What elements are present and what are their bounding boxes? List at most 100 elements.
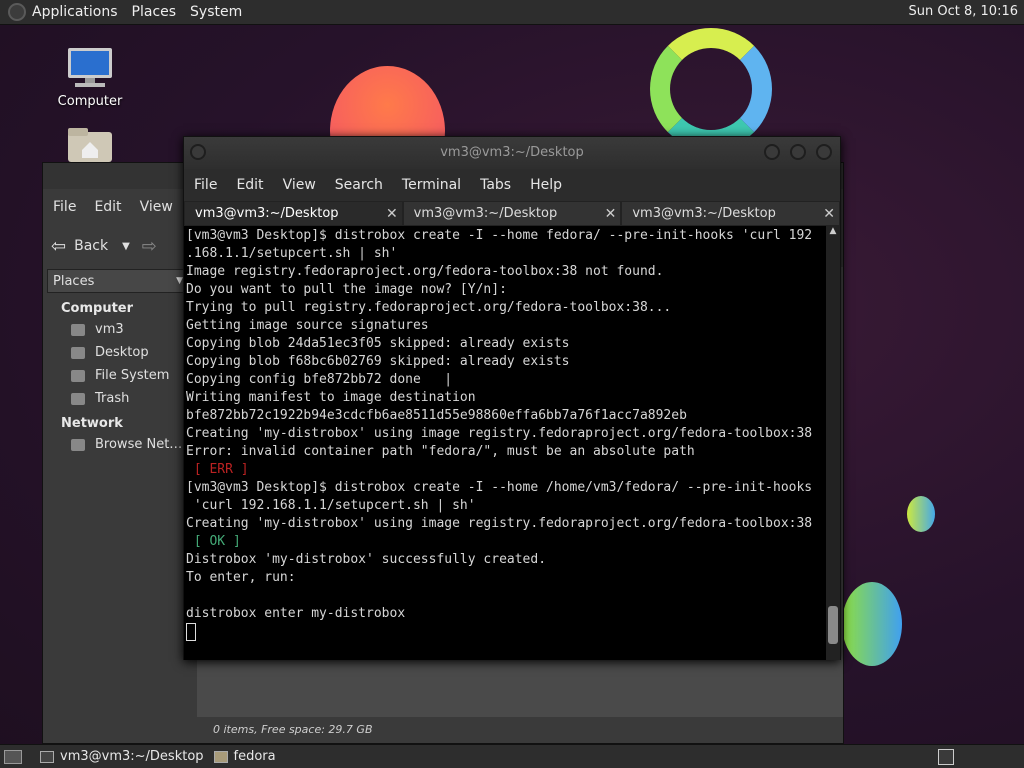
terminal-icon — [40, 750, 54, 763]
terminal-tab[interactable]: vm3@vm3:~/Desktop ✕ — [621, 201, 841, 226]
tab-label: vm3@vm3:~/Desktop — [195, 206, 339, 221]
sidebar-item-trash[interactable]: Trash — [43, 387, 193, 410]
menu-places[interactable]: Places — [132, 4, 177, 20]
term-menu-help[interactable]: Help — [530, 177, 562, 193]
terminal-line: [vm3@vm3 Desktop]$ distrobox create -I -… — [186, 480, 813, 495]
terminal-line: distrobox enter my-distrobox — [186, 606, 406, 621]
terminal-line: .168.1.1/setupcert.sh | sh' — [186, 246, 398, 261]
sidebar-group-computer: Computer — [61, 301, 134, 316]
terminal-tabbar: vm3@vm3:~/Desktop ✕ vm3@vm3:~/Desktop ✕ … — [184, 201, 841, 226]
taskbar-item-fedora[interactable]: fedora — [213, 749, 276, 764]
terminal-line: Creating 'my-distrobox' using image regi… — [186, 516, 813, 531]
sidebar-header-label: Places — [53, 273, 95, 289]
back-arrow-icon[interactable]: ⇦ — [51, 236, 66, 257]
sidebar-item-browse-network[interactable]: Browse Net… — [43, 433, 193, 456]
top-panel: Applications Places System Sun Oct 8, 10… — [0, 0, 1024, 25]
close-icon[interactable]: ✕ — [823, 206, 835, 222]
show-desktop-icon[interactable] — [4, 749, 22, 764]
fm-toolbar: ⇦ Back ▼ ⇨ — [43, 227, 193, 265]
terminal-line: 'curl 192.168.1.1/setupcert.sh | sh' — [186, 498, 476, 513]
sidebar-item-file-system[interactable]: File System — [43, 364, 193, 387]
terminal-tab[interactable]: vm3@vm3:~/Desktop ✕ — [184, 201, 403, 226]
close-icon[interactable]: ✕ — [386, 206, 398, 222]
scroll-up-arrow-icon[interactable]: ▲ — [826, 226, 840, 236]
fm-menu-file[interactable]: File — [53, 199, 76, 215]
terminal-line: [vm3@vm3 Desktop]$ distrobox create -I -… — [186, 228, 813, 243]
sidebar-item-label: Desktop — [95, 345, 149, 360]
term-menu-file[interactable]: File — [194, 177, 217, 193]
terminal-line: Creating 'my-distrobox' using image regi… — [186, 426, 813, 441]
terminal-line: [ ERR ] — [186, 462, 249, 477]
terminal-line: Image registry.fedoraproject.org/fedora-… — [186, 264, 664, 279]
maximize-button[interactable] — [790, 144, 806, 160]
term-menu-terminal[interactable]: Terminal — [402, 177, 461, 193]
green-blue-blob-decoration — [842, 582, 902, 666]
taskbar-item-label: fedora — [233, 749, 276, 764]
fm-menubar: File Edit View — [43, 189, 173, 225]
ring-decoration — [650, 28, 772, 150]
fedora-logo-icon[interactable] — [8, 3, 26, 21]
sidebar-group-network: Network — [61, 416, 123, 431]
terminal-titlebar[interactable]: vm3@vm3:~/Desktop — [184, 137, 840, 169]
terminal-scrollbar[interactable]: ▲ — [826, 226, 840, 660]
sidebar-item-vm3[interactable]: vm3 — [43, 318, 193, 341]
terminal-window: vm3@vm3:~/Desktop File Edit View Search … — [183, 136, 841, 660]
home-icon — [71, 323, 85, 336]
tab-label: vm3@vm3:~/Desktop — [632, 206, 776, 221]
fm-statusbar: 0 items, Free space: 29.7 GB — [197, 717, 843, 743]
terminal-line: Do you want to pull the image now? [Y/n]… — [186, 282, 507, 297]
sidebar-item-desktop[interactable]: Desktop — [43, 341, 193, 364]
terminal-line: Copying blob f68bc6b02769 skipped: alrea… — [186, 354, 570, 369]
desktop-folder-icon — [71, 346, 85, 359]
fm-menu-edit[interactable]: Edit — [94, 199, 121, 215]
tab-label: vm3@vm3:~/Desktop — [413, 206, 558, 221]
terminal-line — [186, 623, 826, 641]
taskbar-item-label: vm3@vm3:~/Desktop — [60, 749, 204, 764]
terminal-cursor — [186, 623, 196, 641]
terminal-tab[interactable]: vm3@vm3:~/Desktop ✕ — [402, 201, 622, 226]
sidebar-item-label: vm3 — [95, 322, 124, 337]
clock[interactable]: Sun Oct 8, 10:16 — [909, 4, 1018, 19]
chevron-down-icon[interactable]: ▼ — [122, 241, 130, 252]
menu-applications[interactable]: Applications — [32, 4, 118, 20]
terminal-line: [ OK ] — [186, 534, 241, 549]
scrollbar-thumb[interactable] — [828, 606, 838, 644]
terminal-menubar: File Edit View Search Terminal Tabs Help — [184, 169, 840, 201]
terminal-line: Copying blob 24da51ec3f05 skipped: alrea… — [186, 336, 570, 351]
terminal-output[interactable]: [vm3@vm3 Desktop]$ distrobox create -I -… — [184, 226, 826, 660]
term-menu-tabs[interactable]: Tabs — [480, 177, 511, 193]
desktop-icon-home[interactable] — [62, 128, 118, 166]
sidebar-item-label: Browse Net… — [95, 437, 183, 452]
term-menu-search[interactable]: Search — [335, 177, 383, 193]
desktop-icon-label: Computer — [57, 94, 123, 109]
terminal-line: Distrobox 'my-distrobox' successfully cr… — [186, 552, 547, 567]
term-menu-view[interactable]: View — [283, 177, 316, 193]
terminal-line: bfe872bb72c1922b94e3cdcfb6ae8511d55e9886… — [186, 408, 687, 423]
sidebar-item-label: File System — [95, 368, 170, 383]
sidebar-item-label: Trash — [95, 391, 130, 406]
terminal-line: Writing manifest to image destination — [186, 390, 476, 405]
close-icon[interactable]: ✕ — [605, 206, 617, 222]
bottom-panel: vm3@vm3:~/Desktop fedora — [0, 744, 1024, 768]
forward-arrow-icon[interactable]: ⇨ — [142, 236, 157, 257]
back-button[interactable]: Back — [74, 238, 108, 254]
computer-icon — [68, 48, 112, 87]
terminal-line: Copying config bfe872bb72 done | — [186, 372, 453, 387]
desktop-icon-computer[interactable]: Computer — [55, 46, 125, 109]
terminal-line: To enter, run: — [186, 570, 296, 585]
terminal-title: vm3@vm3:~/Desktop — [440, 145, 584, 160]
close-button[interactable] — [816, 144, 832, 160]
terminal-line: Error: invalid container path "fedora/",… — [186, 444, 695, 459]
minimize-button[interactable] — [764, 144, 780, 160]
workspace-switcher-icon[interactable] — [938, 749, 954, 765]
fm-menu-view[interactable]: View — [140, 199, 173, 215]
terminal-line: Getting image source signatures — [186, 318, 429, 333]
sidebar-places-selector[interactable]: Places ▼ — [47, 269, 189, 293]
term-menu-edit[interactable]: Edit — [236, 177, 263, 193]
fm-sidebar: Places ▼ Computer vm3 Desktop File Syste… — [43, 267, 193, 743]
home-folder-icon — [68, 128, 112, 162]
small-blob-decoration — [907, 496, 935, 532]
chevron-down-icon: ▼ — [176, 276, 183, 286]
taskbar-item-terminal[interactable]: vm3@vm3:~/Desktop — [40, 749, 204, 764]
menu-system[interactable]: System — [190, 4, 242, 20]
